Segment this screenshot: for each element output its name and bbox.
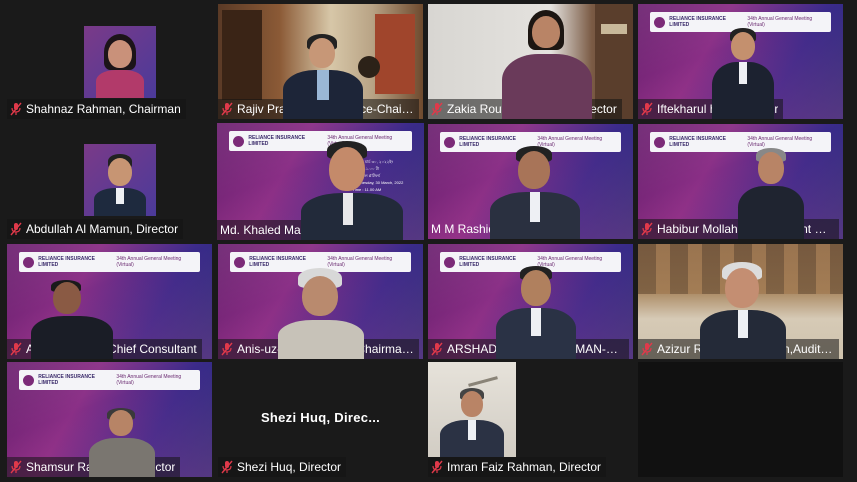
participant-video	[297, 141, 407, 240]
video-tile-imran-faiz-rahman[interactable]: Imran Faiz Rahman, Director	[428, 362, 633, 477]
profile-picture	[84, 144, 156, 216]
participant-video	[736, 148, 806, 239]
mic-muted-icon	[221, 102, 233, 116]
mic-muted-icon	[431, 460, 443, 474]
company-logo-icon	[234, 256, 246, 268]
video-tile-shezi-huq[interactable]: Shezi Huq, Direc... Shezi Huq, Director	[218, 362, 423, 477]
video-tile-anis-uz-zaman-khan[interactable]: RELIANCE INSURANCE LIMITED 34th Annual Ge…	[218, 244, 423, 359]
participant-name-label: Shezi Huq, Director	[218, 457, 347, 477]
company-logo-icon	[654, 16, 666, 28]
participant-name: Shahnaz Rahman, Chairman	[26, 102, 181, 116]
video-tile-azizur-rashid[interactable]: Azizur Rashid, Chairman,Audit C...	[638, 244, 843, 359]
participant-name: Imran Faiz Rahman, Director	[447, 460, 602, 474]
mic-muted-icon	[221, 460, 233, 474]
video-tile-arshad-waliur-rahman[interactable]: RELIANCE INSURANCE LIMITED 34th Annual Ge…	[428, 244, 633, 359]
video-tile-abdullah-al-mamun[interactable]: Abdullah Al Mamun, Director	[7, 124, 212, 239]
mic-muted-icon	[221, 342, 233, 356]
mic-muted-icon	[10, 460, 22, 474]
participant-video	[708, 28, 778, 119]
company-logo-icon	[654, 136, 666, 148]
participant-video	[494, 266, 578, 359]
participant-video	[490, 146, 580, 239]
participant-video	[276, 268, 366, 359]
company-logo-icon	[23, 256, 35, 268]
participant-name: Shezi Huq, Director	[237, 460, 342, 474]
mic-muted-icon	[10, 222, 22, 236]
agm-banner: RELIANCE INSURANCE LIMITED 34th Annual Ge…	[19, 370, 200, 390]
company-logo-icon	[444, 136, 456, 148]
mic-muted-icon	[641, 342, 653, 356]
mic-muted-icon	[641, 222, 653, 236]
video-tile-zakia-rouf-chowdhury[interactable]: Zakia Rouf Chowdhury, Director	[428, 4, 633, 119]
video-off-display-name: Shezi Huq, Direc...	[260, 410, 381, 425]
mic-muted-icon	[10, 342, 22, 356]
video-tile-khaled-mamun-active-speaker[interactable]: RELIANCE INSURANCE LIMITED 34th Annual Ge…	[217, 123, 424, 240]
video-tile-shahnaz-rahman[interactable]: Shahnaz Rahman, Chairman	[7, 4, 212, 119]
video-tile-akhtar-ahmed[interactable]: RELIANCE INSURANCE LIMITED 34th Annual Ge…	[7, 244, 212, 359]
participant-name-label: Imran Faiz Rahman, Director	[428, 457, 607, 477]
participant-video	[27, 280, 117, 359]
camera-feed	[428, 362, 516, 457]
video-tile-rajiv-prasad-shaha[interactable]: Rajiv Prasad Shaha, Vice-Chairm...	[218, 4, 423, 119]
mic-muted-icon	[641, 102, 653, 116]
company-logo-icon	[444, 256, 456, 268]
video-tile-iftekharul-huq[interactable]: RELIANCE INSURANCE LIMITED 34th Annual Ge…	[638, 4, 843, 119]
empty-tile	[638, 362, 843, 477]
participant-name-label: Shahnaz Rahman, Chairman	[7, 99, 186, 119]
participant-name: Abdullah Al Mamun, Director	[26, 222, 179, 236]
mic-muted-icon	[431, 102, 443, 116]
agm-banner: RELIANCE INSURANCE LIMITED 34th Annual Ge…	[19, 252, 200, 272]
mic-muted-icon	[431, 342, 443, 356]
mic-muted-icon	[10, 102, 22, 116]
participant-video	[87, 406, 157, 477]
participant-name-label: Abdullah Al Mamun, Director	[7, 219, 184, 239]
video-tile-shamsur-rahman[interactable]: RELIANCE INSURANCE LIMITED 34th Annual Ge…	[7, 362, 212, 477]
video-tile-m-m-rashid[interactable]: RELIANCE INSURANCE LIMITED 34th Annual Ge…	[428, 124, 633, 239]
company-logo-icon	[233, 135, 245, 147]
company-logo-icon	[23, 374, 35, 386]
profile-picture	[84, 26, 156, 98]
video-tile-habibur-mollah[interactable]: RELIANCE INSURANCE LIMITED 34th Annual Ge…	[638, 124, 843, 239]
